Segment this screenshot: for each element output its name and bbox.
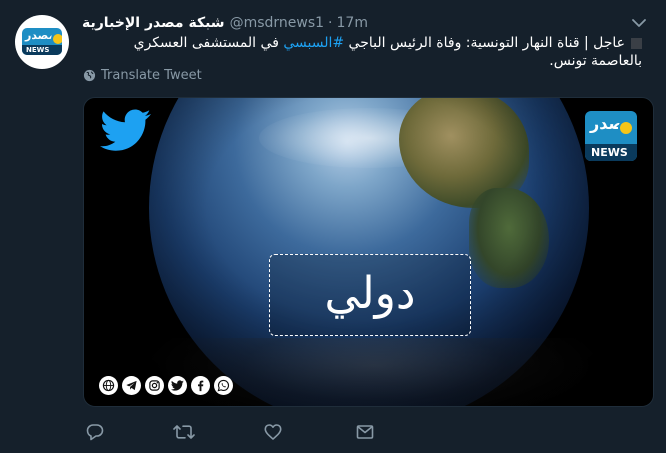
tweet-text: عاجل | قناة النهار التونسية: وفاة الرئيس…	[82, 34, 642, 70]
translate-label: Translate Tweet	[101, 68, 202, 83]
news-logo-dot	[618, 120, 634, 136]
tweet[interactable]: مصدر NEWS شبكة مصدر الإخبارية @msdrnews1…	[0, 0, 666, 453]
header-separator: ·	[328, 15, 333, 31]
instagram-icon	[145, 376, 164, 395]
tweet-header: شبكة مصدر الإخبارية @msdrnews1 · 17m	[82, 13, 368, 33]
avatar-logo-news: NEWS	[22, 45, 62, 55]
globe-icon	[83, 69, 96, 82]
category-label: دولي	[324, 268, 416, 319]
account-handle[interactable]: @msdrnews1	[230, 15, 324, 31]
tweet-actions	[83, 420, 383, 444]
share-icon[interactable]	[353, 420, 377, 444]
tweet-media-image[interactable]: مصدر NEWS دولي	[83, 97, 654, 407]
translate-tweet-link[interactable]: Translate Tweet	[83, 68, 202, 83]
avatar[interactable]: مصدر NEWS	[15, 15, 69, 69]
hashtag-link[interactable]: #السبسي	[283, 35, 344, 51]
retweet-icon[interactable]	[172, 420, 196, 444]
image-vignette	[84, 98, 653, 406]
news-logo-news: NEWS	[585, 144, 637, 161]
twitter-icon	[168, 376, 187, 395]
like-icon[interactable]	[261, 420, 285, 444]
facebook-icon	[191, 376, 210, 395]
social-icons-bar	[99, 376, 233, 395]
tweet-timestamp[interactable]: 17m	[337, 15, 368, 31]
reply-icon[interactable]	[83, 420, 107, 444]
square-icon	[631, 37, 642, 49]
telegram-icon	[122, 376, 141, 395]
avatar-logo: مصدر NEWS	[22, 28, 62, 55]
category-label-box: دولي	[269, 254, 471, 336]
account-name[interactable]: شبكة مصدر الإخبارية	[82, 15, 225, 31]
avatar-logo-dot	[51, 32, 62, 46]
twitter-bird-icon	[100, 109, 151, 151]
chevron-down-icon[interactable]	[630, 14, 648, 32]
tweet-text-start: عاجل | قناة النهار التونسية: وفاة الرئيس…	[344, 35, 625, 51]
news-logo: مصدر NEWS	[585, 111, 637, 161]
globe-icon	[99, 376, 118, 395]
whatsapp-icon	[214, 376, 233, 395]
